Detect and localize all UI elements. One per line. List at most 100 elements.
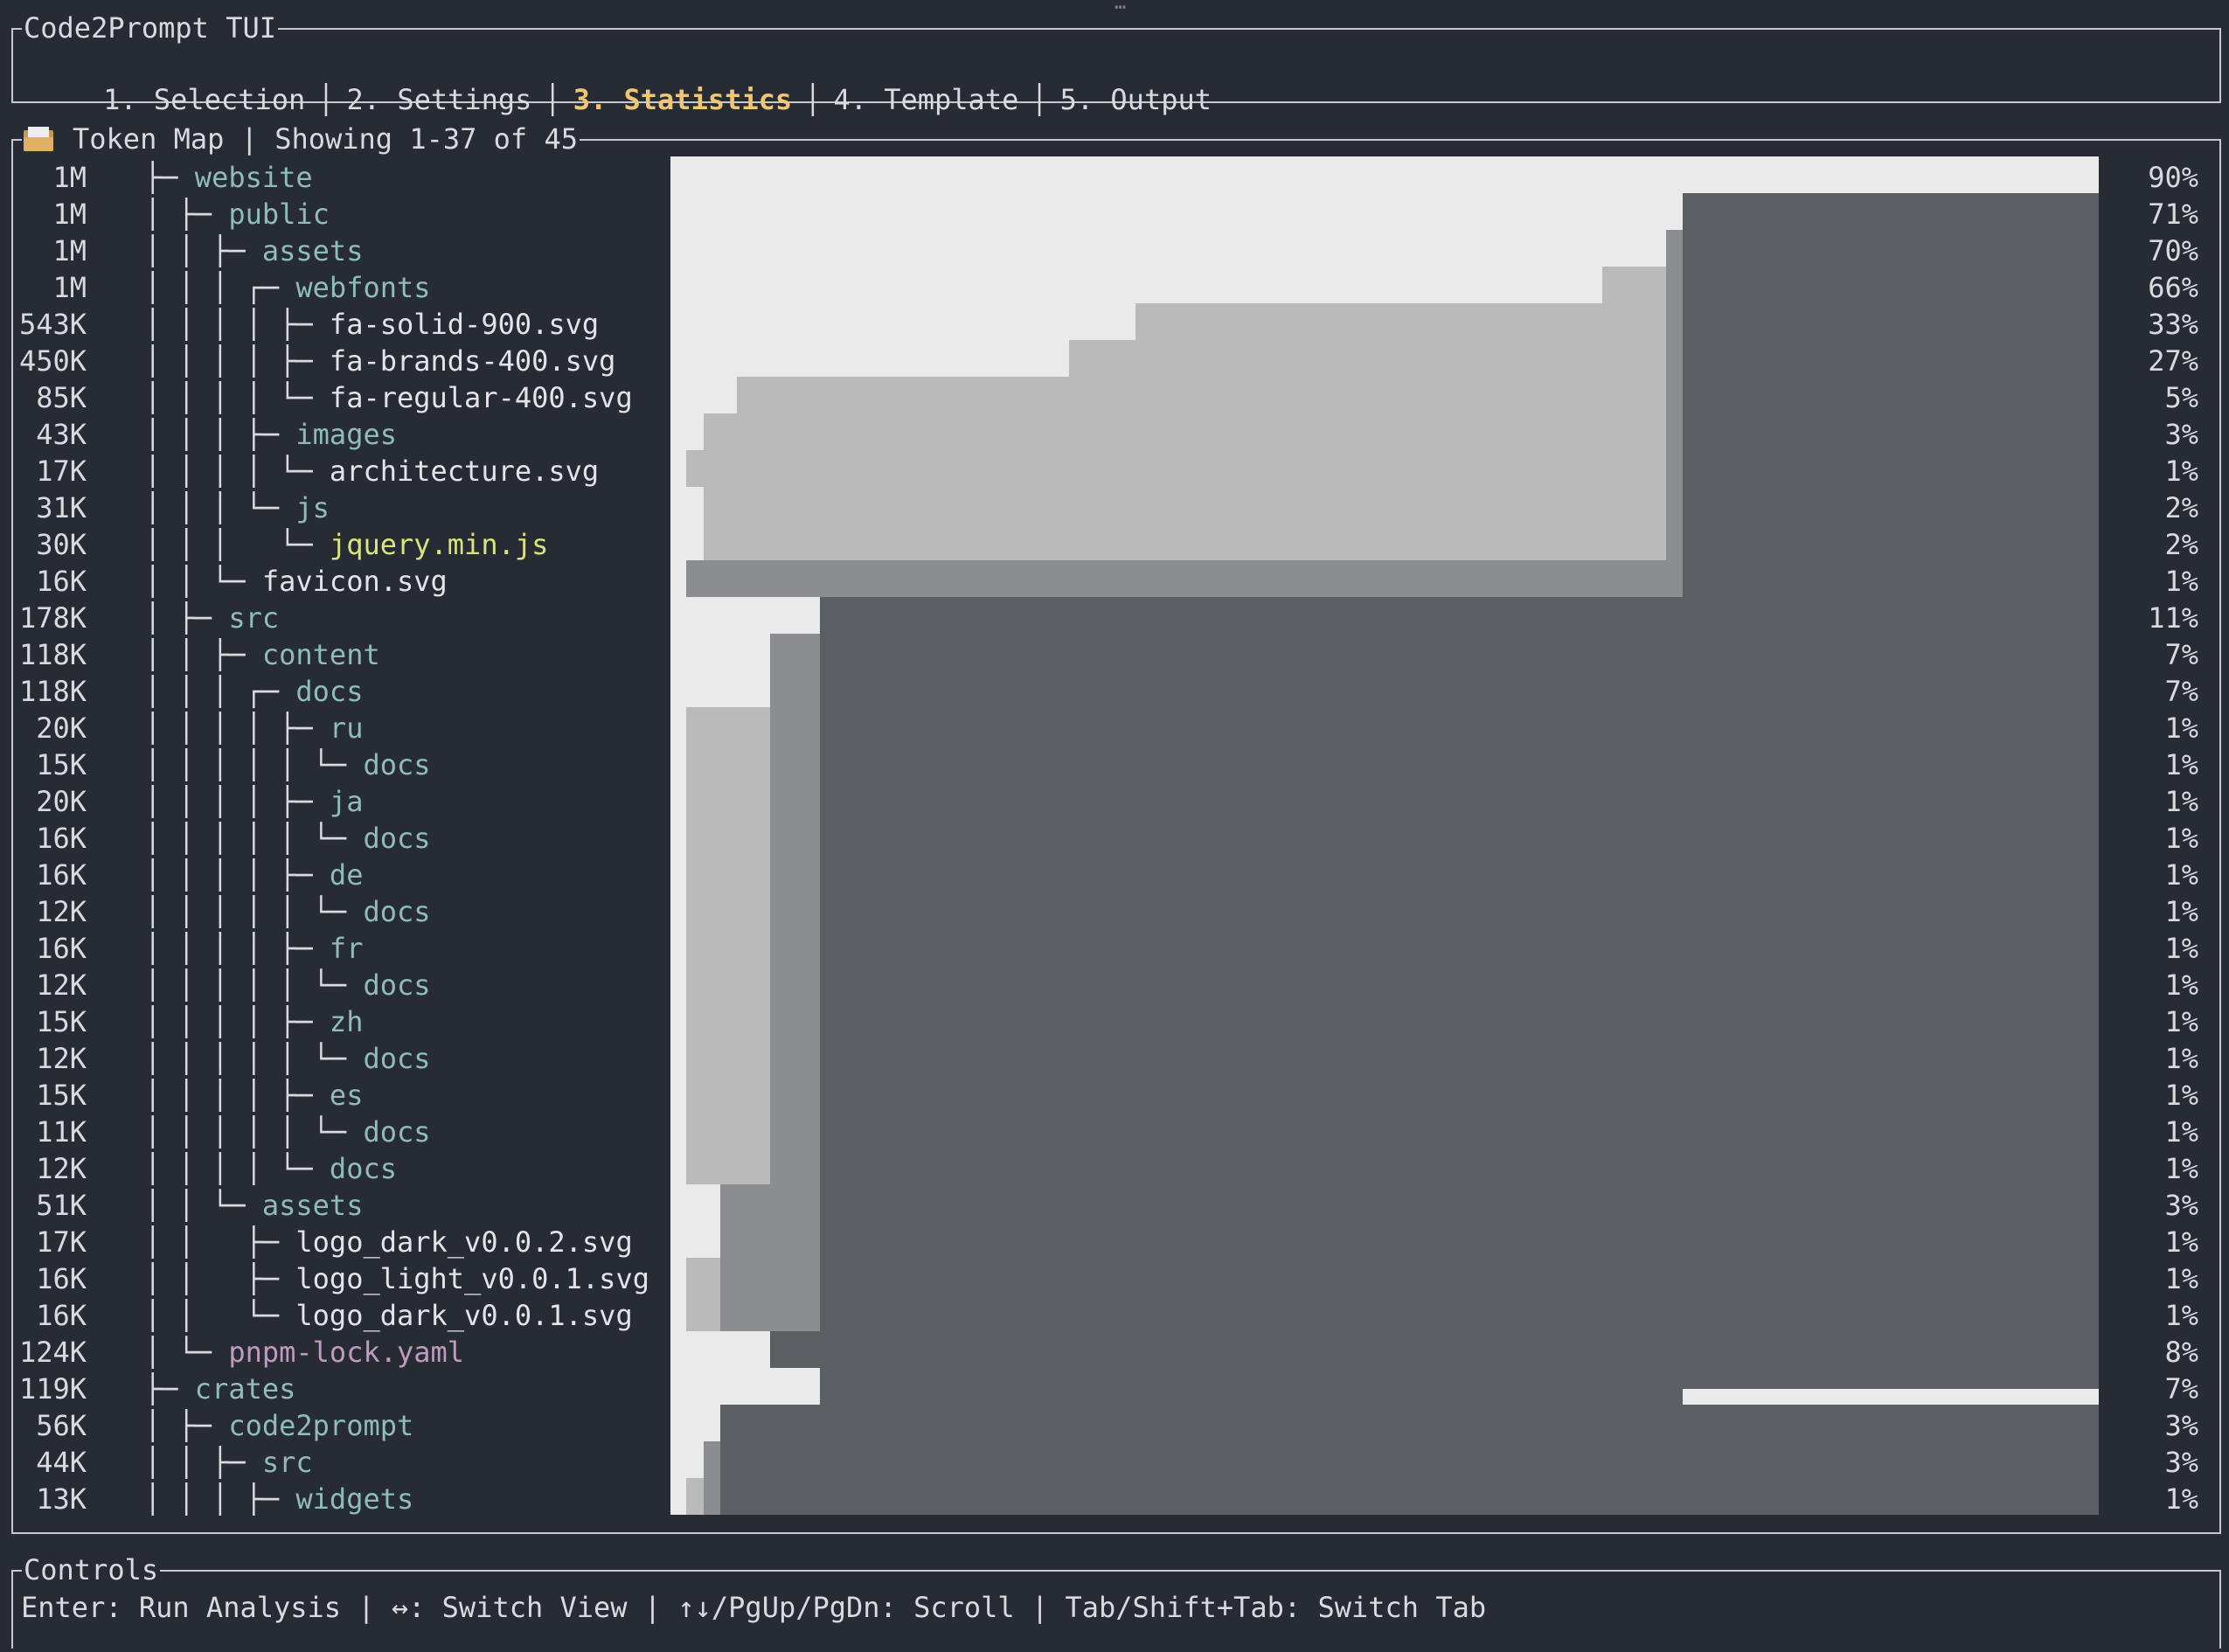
token-count: 51K [36,1189,87,1222]
tab-bar-panel: Code2Prompt TUI 1. Selection │ 2. Settings… [11,10,2221,116]
tree-branch: │ ├─ public [144,196,330,233]
token-map-panel: Token Map | Showing 1-37 of 45 1M ├─ webs… [11,121,2221,1534]
treemap-block [686,450,704,487]
tab-output[interactable]: 5. Output [1060,83,1212,116]
tab-selection[interactable]: 1. Selection [103,83,305,116]
window-drag-handle[interactable]: ⋯ [1114,0,1126,18]
treemap-block [770,1331,1683,1368]
treemap-block [686,1478,704,1515]
tree-branch: │ │ │ │ └─ fa-regular-400.svg [144,379,633,416]
tree-branch: │ ├─ code2prompt [144,1407,413,1444]
tree-branch: │ │ │ │ └─ architecture.svg [144,453,599,489]
token-percentage: 1% [2164,565,2198,598]
controls-help-text: Enter: Run Analysis | ↔: Switch View | ↑… [21,1591,1487,1624]
tree-branch: │ ├─ src [144,600,279,636]
file-name: jquery.min.js [329,528,549,561]
directory-name: docs [363,1042,431,1075]
file-name: fa-solid-900.svg [329,308,600,341]
tab-settings[interactable]: 2. Settings [347,83,532,116]
tree-branch: │ │ │ │ ├─ fa-solid-900.svg [144,306,599,343]
directory-name: docs [295,675,364,708]
tree-branch: │ │ └─ logo_dark_v0.0.1.svg [144,1297,633,1334]
file-name: logo_dark_v0.0.1.svg [295,1299,633,1332]
token-count: 44K [36,1446,87,1479]
token-count: 118K [18,675,87,708]
token-count: 178K [18,601,87,635]
tree-connector: │ │ │ └─ [144,491,280,524]
tree-connector: │ │ │ │ │ └─ [144,822,347,855]
tree-connector: │ │ │ │ ├─ [144,932,313,965]
directory-name: images [295,418,397,451]
token-count: 15K [36,1005,87,1038]
token-count: 43K [36,418,87,451]
tree-branch: │ │ │ │ ├─ zh [144,1003,363,1040]
tab-template[interactable]: 4. Template [833,83,1018,116]
treemap-block [1683,193,2099,1389]
token-percentage: 7% [2164,675,2198,708]
token-percentage: 7% [2164,1372,2198,1406]
directory-name: src [261,1446,313,1479]
token-percentage: 70% [2148,234,2198,267]
tab-separator: │ [804,83,822,116]
directory-name: zh [329,1005,364,1038]
file-name: fa-regular-400.svg [329,381,633,414]
tree-connector: │ │ └─ [144,1299,280,1332]
tree-connector: │ ├─ [144,601,212,635]
token-count: 450K [18,344,87,378]
tree-branch: ├─ crates [144,1371,295,1407]
tree-connector: │ │ │ │ ├─ [144,858,313,892]
token-treemap [670,156,2099,1515]
token-percentage: 1% [2164,1225,2198,1259]
token-percentage: 3% [2164,1189,2198,1222]
token-count: 56K [36,1409,87,1442]
tree-branch: │ │ │ └─ js [144,489,330,526]
token-count: 1M [52,271,87,304]
directory-name: docs [329,1152,397,1185]
token-percentage: 1% [2164,1079,2198,1112]
token-percentage: 1% [2164,711,2198,745]
tab-separator: │ [1031,83,1048,116]
treemap-block [720,1405,2099,1515]
token-count: 16K [36,1262,87,1295]
directory-name: assets [261,234,364,267]
token-percentage: 33% [2148,308,2198,341]
tab-statistics[interactable]: 3. Statistics [573,83,792,116]
token-percentage: 3% [2164,1409,2198,1442]
tree-connector: │ │ │ │ ├─ [144,1005,313,1038]
token-percentage: 1% [2164,895,2198,928]
token-percentage: 2% [2164,491,2198,524]
tree-connector: │ │ │ │ ├─ [144,344,313,378]
treemap-block [720,1184,820,1331]
token-percentage: 1% [2164,968,2198,1002]
token-count: 30K [36,528,87,561]
tree-connector: │ │ │ ├─ [144,1482,280,1516]
token-count: 16K [36,565,87,598]
directory-name: webfonts [295,271,431,304]
app-title: Code2Prompt TUI [22,10,278,45]
tree-branch: │ │ ├─ assets [144,233,363,269]
tree-connector: │ │ │ │ ├─ [144,1079,313,1112]
tree-branch: │ │ │ │ ├─ es [144,1077,363,1114]
directory-name: docs [363,1115,431,1149]
treemap-block [737,377,1069,560]
token-count: 17K [36,455,87,488]
treemap-block [1135,303,1602,560]
directory-name: content [261,638,380,671]
treemap-block [1069,340,1135,560]
file-name: pnpm-lock.yaml [228,1336,465,1369]
tree-connector: │ │ │ │ │ └─ [144,748,347,781]
tree-connector: │ │ │ │ │ └─ [144,1042,347,1075]
token-percentage: 1% [2164,748,2198,781]
token-count: 124K [18,1336,87,1369]
tree-branch: │ │ │ │ │ └─ docs [144,967,431,1003]
tree-branch: │ │ │ │ ├─ fr [144,930,363,967]
token-count: 15K [36,1079,87,1112]
tree-branch: │ │ │ │ │ └─ docs [144,746,431,783]
token-percentage: 1% [2164,455,2198,488]
token-percentage: 1% [2164,1299,2198,1332]
token-percentage: 1% [2164,1482,2198,1516]
token-count: 12K [36,1152,87,1185]
directory-name: docs [363,895,431,928]
tree-connector: │ │ │ │ │ └─ [144,968,347,1002]
file-name: favicon.svg [261,565,448,598]
